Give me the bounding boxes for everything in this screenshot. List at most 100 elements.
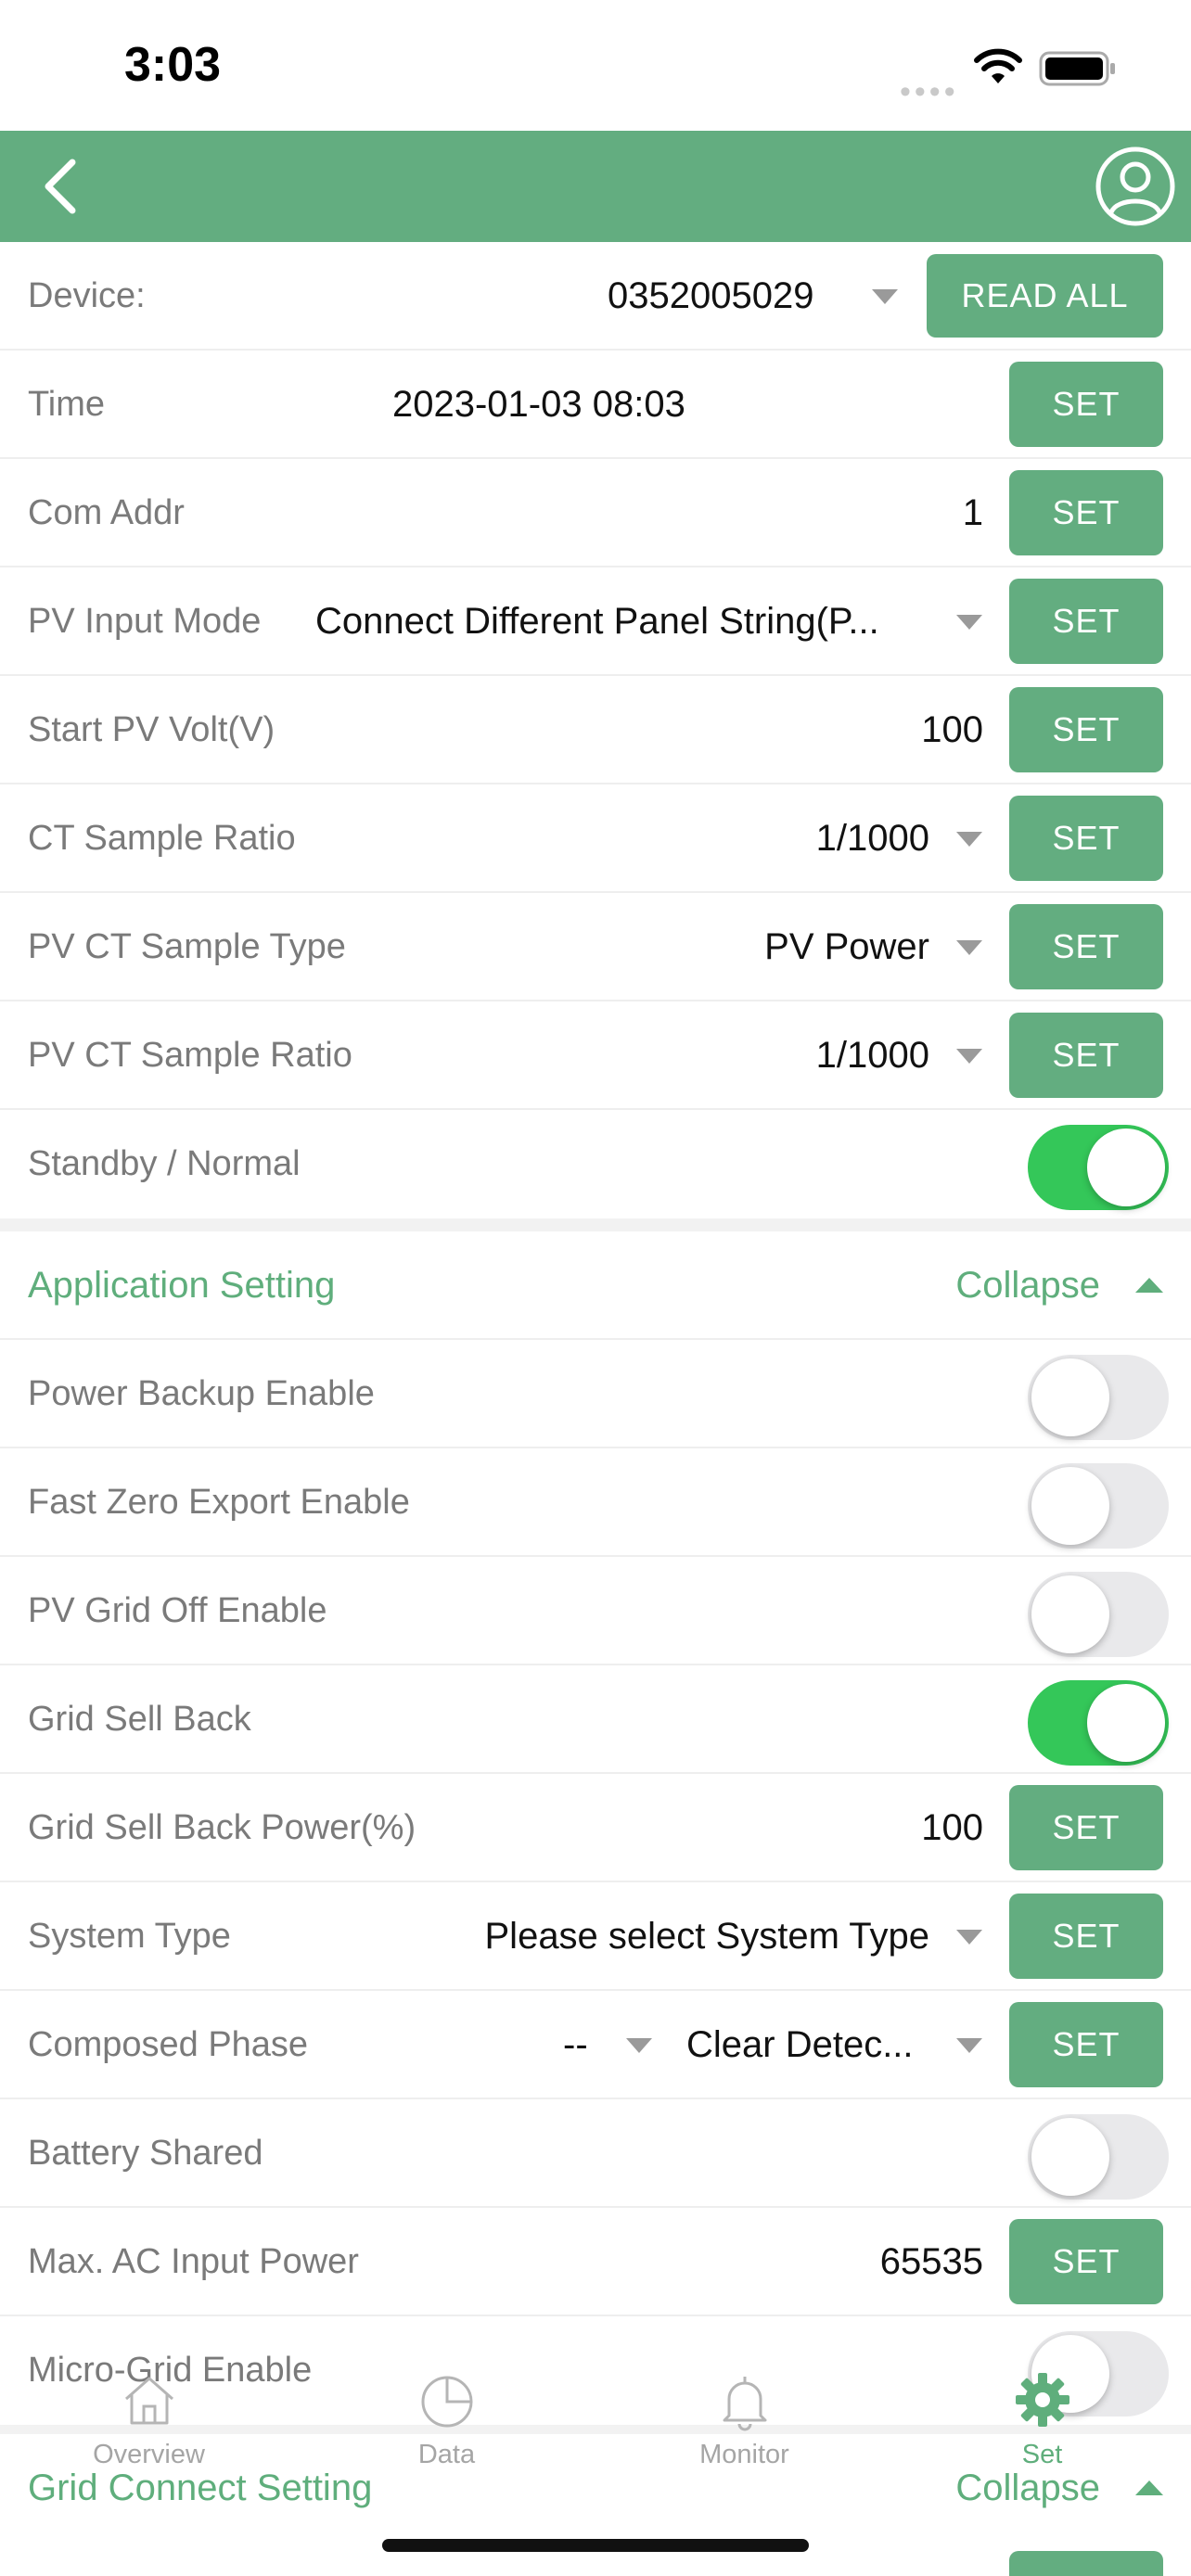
setting-row-com-addr: Com Addr 1 SET xyxy=(0,459,1191,567)
chevron-down-icon[interactable] xyxy=(956,2038,982,2053)
setting-row-ct-sample-ratio: CT Sample Ratio 1/1000 SET xyxy=(0,784,1191,893)
set-button[interactable]: SET xyxy=(1009,470,1163,555)
setting-row-max-ac-input-power: Max. AC Input Power 65535 SET xyxy=(0,2208,1191,2316)
bell-icon xyxy=(723,2377,766,2431)
battery-shared-toggle[interactable] xyxy=(1028,2114,1169,2200)
user-profile-icon[interactable] xyxy=(1093,144,1178,229)
fast-zero-export-toggle[interactable] xyxy=(1028,1463,1169,1549)
set-button[interactable]: SET xyxy=(1009,1013,1163,1098)
setting-row-composed-phase: Composed Phase -- Clear Detec... SET xyxy=(0,1991,1191,2099)
set-button-partial[interactable] xyxy=(1009,2551,1163,2576)
wifi-icon xyxy=(974,48,1022,83)
tab-overview[interactable]: Overview xyxy=(0,2360,298,2471)
setting-label: PV CT Sample Type xyxy=(28,927,346,966)
setting-row-pv-grid-off: PV Grid Off Enable xyxy=(0,1557,1191,1665)
chevron-down-icon[interactable] xyxy=(626,2038,652,2053)
tab-monitor[interactable]: Monitor xyxy=(596,2360,893,2471)
setting-row-grid-sell-back: Grid Sell Back xyxy=(0,1665,1191,1774)
set-button[interactable]: SET xyxy=(1009,362,1163,447)
setting-row-battery-shared: Battery Shared xyxy=(0,2099,1191,2208)
pv-input-mode-select[interactable]: Connect Different Panel String(P... xyxy=(315,567,879,676)
read-all-button[interactable]: READ ALL xyxy=(927,254,1163,338)
pv-ct-sample-type-select[interactable]: PV Power xyxy=(764,893,929,1001)
setting-label: System Type xyxy=(28,1917,231,1956)
tab-label: Overview xyxy=(93,2440,205,2469)
tab-label: Set xyxy=(1021,2440,1063,2469)
chevron-down-icon[interactable] xyxy=(956,940,982,955)
com-addr-input[interactable]: 1 xyxy=(963,459,983,567)
standby-normal-toggle[interactable] xyxy=(1028,1125,1169,1210)
setting-label: Battery Shared xyxy=(28,2134,263,2173)
device-row: Device: 0352005029 READ ALL xyxy=(0,242,1191,351)
setting-label: Time xyxy=(28,385,106,424)
setting-label: Grid Sell Back Power(%) xyxy=(28,1808,416,1847)
chevron-down-icon[interactable] xyxy=(872,289,898,304)
section-divider xyxy=(0,1218,1191,1231)
setting-label: PV CT Sample Ratio xyxy=(28,1036,352,1075)
status-time: 3:03 xyxy=(124,38,222,92)
setting-row-standby-normal: Standby / Normal xyxy=(0,1110,1191,1218)
setting-row-grid-sell-back-power: Grid Sell Back Power(%) 100 SET xyxy=(0,1774,1191,1882)
ct-sample-ratio-select[interactable]: 1/1000 xyxy=(816,784,929,893)
tab-bar: Overview Data Monitor Set xyxy=(0,2360,1191,2471)
set-button[interactable]: SET xyxy=(1009,2219,1163,2304)
status-bar: 3:03 •••• xyxy=(0,0,1191,131)
setting-label: Power Backup Enable xyxy=(28,1374,375,1413)
chevron-down-icon[interactable] xyxy=(956,615,982,630)
pv-ct-sample-ratio-select[interactable]: 1/1000 xyxy=(816,1001,929,1110)
chevron-down-icon[interactable] xyxy=(956,1930,982,1945)
clear-detect-select[interactable]: Clear Detec... xyxy=(686,1991,914,2099)
setting-label: Grid Sell Back xyxy=(28,1700,251,1739)
section-title: Application Setting xyxy=(28,1265,336,1306)
setting-row-start-pv-volt: Start PV Volt(V) 100 SET xyxy=(0,676,1191,784)
application-setting-header[interactable]: Application Setting Collapse xyxy=(0,1231,1191,1340)
setting-label: PV Grid Off Enable xyxy=(28,1591,327,1630)
home-indicator[interactable] xyxy=(382,2539,809,2552)
home-icon xyxy=(124,2377,173,2425)
set-button[interactable]: SET xyxy=(1009,2002,1163,2087)
set-button[interactable]: SET xyxy=(1009,579,1163,664)
system-type-select[interactable]: Please select System Type xyxy=(485,1882,930,1991)
chevron-down-icon[interactable] xyxy=(956,832,982,847)
setting-label: PV Input Mode xyxy=(28,602,262,641)
setting-label: Composed Phase xyxy=(28,2025,309,2064)
tab-set[interactable]: Set xyxy=(893,2360,1191,2471)
set-button[interactable]: SET xyxy=(1009,904,1163,989)
chevron-up-icon[interactable] xyxy=(1135,1278,1163,1293)
device-label: Device: xyxy=(28,276,146,315)
chevron-down-icon[interactable] xyxy=(956,1049,982,1064)
setting-row-fast-zero-export: Fast Zero Export Enable xyxy=(0,1448,1191,1557)
setting-label: Standby / Normal xyxy=(28,1144,301,1183)
set-button[interactable]: SET xyxy=(1009,687,1163,772)
app-header xyxy=(0,131,1191,242)
grid-sell-back-power-input[interactable]: 100 xyxy=(921,1774,983,1882)
setting-label: Fast Zero Export Enable xyxy=(28,1483,410,1522)
start-pv-volt-input[interactable]: 100 xyxy=(921,676,983,784)
composed-phase-select[interactable]: -- xyxy=(563,1991,588,2099)
setting-label: Start PV Volt(V) xyxy=(28,710,275,749)
pie-chart-icon xyxy=(421,2376,472,2428)
tab-label: Monitor xyxy=(699,2440,789,2469)
setting-label: Max. AC Input Power xyxy=(28,2242,359,2281)
device-select[interactable]: 0352005029 xyxy=(608,242,813,351)
set-button[interactable]: SET xyxy=(1009,796,1163,881)
power-backup-toggle[interactable] xyxy=(1028,1355,1169,1440)
grid-sell-back-toggle[interactable] xyxy=(1028,1680,1169,1766)
back-icon[interactable] xyxy=(28,149,102,223)
pv-grid-off-toggle[interactable] xyxy=(1028,1572,1169,1657)
setting-label: CT Sample Ratio xyxy=(28,819,296,858)
time-value[interactable]: 2023-01-03 08:03 xyxy=(392,351,685,459)
chevron-up-icon[interactable] xyxy=(1135,2480,1163,2495)
battery-icon xyxy=(1039,51,1115,86)
tab-label: Data xyxy=(417,2440,476,2469)
setting-row-pv-ct-sample-ratio: PV CT Sample Ratio 1/1000 SET xyxy=(0,1001,1191,1110)
set-button[interactable]: SET xyxy=(1009,1785,1163,1870)
setting-row-power-backup: Power Backup Enable xyxy=(0,1340,1191,1448)
max-ac-input-power-input[interactable]: 65535 xyxy=(880,2208,983,2316)
setting-row-pv-ct-sample-type: PV CT Sample Type PV Power SET xyxy=(0,893,1191,1001)
setting-row-time: Time 2023-01-03 08:03 SET xyxy=(0,351,1191,459)
gear-icon xyxy=(1015,2373,1069,2427)
collapse-link[interactable]: Collapse xyxy=(955,1231,1100,1340)
tab-data[interactable]: Data xyxy=(298,2360,596,2471)
set-button[interactable]: SET xyxy=(1009,1894,1163,1979)
